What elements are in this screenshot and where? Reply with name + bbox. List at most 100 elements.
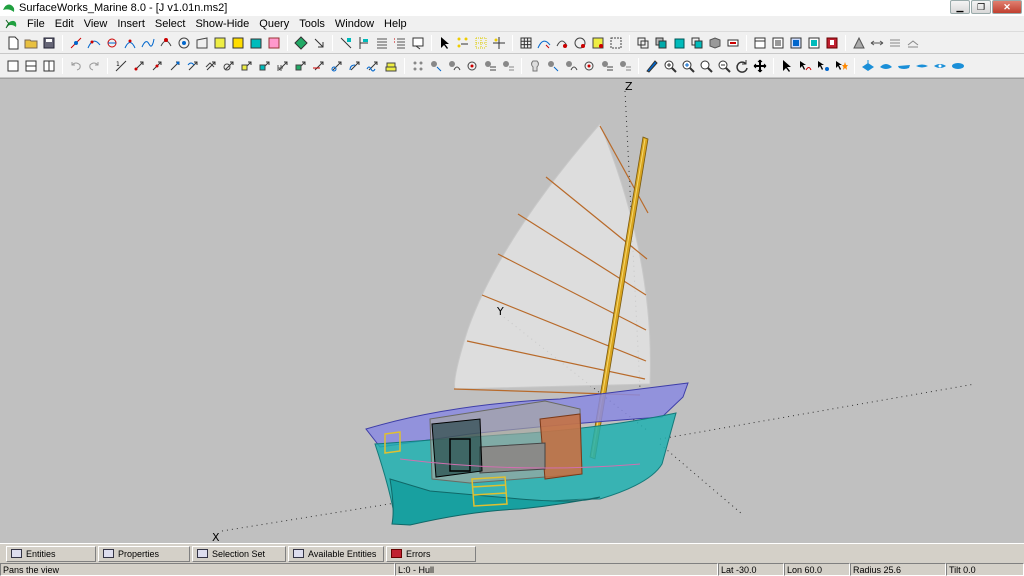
select-arrow-button[interactable] xyxy=(437,35,453,51)
tab-available-entities[interactable]: Available Entities xyxy=(288,545,384,562)
layout-horizontal-button[interactable] xyxy=(23,58,39,74)
window-cascade-button[interactable] xyxy=(806,35,822,51)
hide-labels-button[interactable] xyxy=(617,58,633,74)
insert-bead-button[interactable] xyxy=(104,35,120,51)
window-panel-button[interactable] xyxy=(752,35,768,51)
insert-arc-button[interactable] xyxy=(122,35,138,51)
document-icon[interactable] xyxy=(4,18,18,30)
zoom-out-button[interactable] xyxy=(716,58,732,74)
view-box-button[interactable] xyxy=(635,35,651,51)
save-file-button[interactable] xyxy=(41,35,57,51)
grid-toggle-button[interactable] xyxy=(518,35,534,51)
layout-vertical-button[interactable] xyxy=(41,58,57,74)
snap-tangent-button[interactable] xyxy=(329,58,345,74)
menu-select[interactable]: Select xyxy=(150,18,191,30)
show-points-button[interactable] xyxy=(410,58,426,74)
snap-point-button[interactable] xyxy=(131,58,147,74)
layout-single-button[interactable] xyxy=(5,58,21,74)
snap-mesh-button[interactable] xyxy=(293,58,309,74)
view-body-button[interactable] xyxy=(932,58,948,74)
snap-ring-button[interactable] xyxy=(221,58,237,74)
ring-check-button[interactable] xyxy=(572,35,588,51)
insert-point-button[interactable] xyxy=(68,35,84,51)
rotate-view-button[interactable] xyxy=(734,58,750,74)
snap-mid-button[interactable] xyxy=(149,58,165,74)
mesh-check-button[interactable] xyxy=(608,35,624,51)
undo-button[interactable] xyxy=(68,58,84,74)
list-detail-button[interactable] xyxy=(392,35,408,51)
snap-fraction-button[interactable]: 1 xyxy=(113,58,129,74)
zoom-in-button[interactable] xyxy=(662,58,678,74)
insert-curve-button[interactable] xyxy=(86,35,102,51)
curve-check-button[interactable] xyxy=(536,35,552,51)
close-button[interactable]: ✕ xyxy=(992,0,1022,14)
insert-blend-button[interactable] xyxy=(212,35,228,51)
snap-curve-button[interactable] xyxy=(185,58,201,74)
view-profile-button[interactable] xyxy=(896,58,912,74)
minimize-button[interactable]: ▁ xyxy=(950,0,970,14)
list-view-button[interactable] xyxy=(374,35,390,51)
surface-check-button[interactable] xyxy=(554,35,570,51)
view-shaded-button[interactable] xyxy=(653,35,669,51)
snap-spline-button[interactable] xyxy=(365,58,381,74)
zoom-extents-button[interactable] xyxy=(698,58,714,74)
insert-lofted-button[interactable] xyxy=(266,35,282,51)
window-list-button[interactable] xyxy=(770,35,786,51)
snap-solid-button[interactable] xyxy=(257,58,273,74)
edit-arrow-button[interactable] xyxy=(311,35,327,51)
model-viewport[interactable]: Z Y X xyxy=(0,78,1024,544)
menu-view[interactable]: View xyxy=(79,18,113,30)
insert-box-button[interactable] xyxy=(230,35,246,51)
show-labels-button[interactable] xyxy=(500,58,516,74)
new-file-button[interactable] xyxy=(5,35,21,51)
insert-solid-button[interactable] xyxy=(248,35,264,51)
show-rings-button[interactable] xyxy=(482,58,498,74)
view-iso-button[interactable] xyxy=(860,58,876,74)
menu-help[interactable]: Help xyxy=(379,18,412,30)
view-flat-button[interactable] xyxy=(725,35,741,51)
measure-plane-button[interactable] xyxy=(905,35,921,51)
snap-line-button[interactable] xyxy=(311,58,327,74)
menu-edit[interactable]: Edit xyxy=(50,18,79,30)
hide-curves-button[interactable] xyxy=(545,58,561,74)
view-render-button[interactable] xyxy=(707,35,723,51)
pick-curve-button[interactable] xyxy=(797,58,813,74)
pick-star-button[interactable] xyxy=(833,58,849,74)
insert-spline-button[interactable] xyxy=(140,35,156,51)
hide-points-button[interactable] xyxy=(527,58,543,74)
menu-tools[interactable]: Tools xyxy=(294,18,330,30)
snap-plane-button[interactable] xyxy=(356,35,372,51)
view-top-button[interactable] xyxy=(878,58,894,74)
edit-diamond-button[interactable] xyxy=(293,35,309,51)
open-file-button[interactable] xyxy=(23,35,39,51)
tab-errors[interactable]: Errors xyxy=(386,545,476,562)
snap-end-button[interactable] xyxy=(167,58,183,74)
tab-selection-set[interactable]: Selection Set xyxy=(192,545,286,562)
frame-view-button[interactable] xyxy=(410,35,426,51)
menu-show-hide[interactable]: Show-Hide xyxy=(190,18,254,30)
insert-surface-button[interactable] xyxy=(194,35,210,51)
tab-entities[interactable]: Entities xyxy=(6,545,96,562)
restore-button[interactable]: ❐ xyxy=(971,0,991,14)
pen-tool-button[interactable] xyxy=(644,58,660,74)
view-transparent-button[interactable] xyxy=(689,35,705,51)
show-snakes-button[interactable] xyxy=(464,58,480,74)
select-grid-button[interactable] xyxy=(473,35,489,51)
view-solid-button[interactable] xyxy=(671,35,687,51)
tab-properties[interactable]: Properties xyxy=(98,545,190,562)
insert-ring-button[interactable] xyxy=(176,35,192,51)
measure-distance-button[interactable] xyxy=(869,35,885,51)
redo-button[interactable] xyxy=(86,58,102,74)
snap-box-button[interactable] xyxy=(239,58,255,74)
show-surfaces-button[interactable] xyxy=(446,58,462,74)
show-curves-button[interactable] xyxy=(428,58,444,74)
snap-grid-button[interactable] xyxy=(275,58,291,74)
window-errors-button[interactable] xyxy=(824,35,840,51)
model-canvas[interactable]: Z Y X xyxy=(0,79,1024,544)
menu-insert[interactable]: Insert xyxy=(112,18,150,30)
menu-query[interactable]: Query xyxy=(254,18,294,30)
menu-file[interactable]: File xyxy=(22,18,50,30)
snap-surface-button[interactable] xyxy=(203,58,219,74)
view-perspective-button[interactable] xyxy=(950,58,966,74)
menu-window[interactable]: Window xyxy=(330,18,379,30)
